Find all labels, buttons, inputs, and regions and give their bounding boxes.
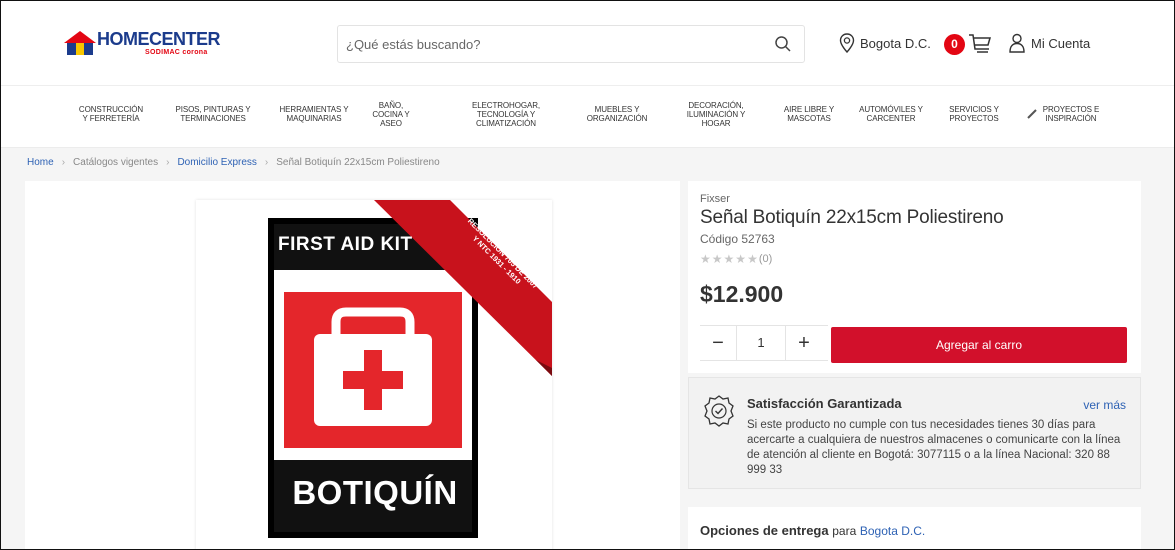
brand-subtitle: SODIMAC corona bbox=[145, 49, 208, 56]
homecenter-logo[interactable]: HOMECENTER SODIMAC corona bbox=[63, 28, 223, 64]
star-icon: ★ bbox=[747, 252, 758, 266]
location-selector[interactable]: Bogota D.C. bbox=[839, 33, 931, 53]
guarantee-text: Si este producto no cumple con tus neces… bbox=[747, 419, 1121, 476]
sign-top-text: FIRST AID KIT bbox=[278, 234, 413, 255]
rating[interactable]: ★ ★ ★ ★ ★ (0) bbox=[700, 252, 772, 266]
product-title: Señal Botiquín 22x15cm Poliestireno bbox=[700, 207, 1004, 228]
star-icon: ★ bbox=[711, 252, 723, 266]
sign-bottom-text: BOTIQUÍN bbox=[292, 474, 458, 511]
nav-muebles[interactable]: MUEBLES Y ORGANIZACIÓN bbox=[571, 94, 663, 134]
search-icon[interactable] bbox=[774, 35, 792, 53]
badge-check-icon bbox=[704, 395, 734, 427]
cart-count-badge: 0 bbox=[944, 33, 965, 55]
product-content: FIRST AID KIT BOTIQUÍN CUMPLE CON RESOLU… bbox=[1, 177, 1174, 549]
site-header: HOMECENTER SODIMAC corona Bogota D.C. 0 bbox=[1, 1, 1174, 85]
nav-servicios[interactable]: SERVICIOS Y PROYECTOS bbox=[937, 94, 1011, 134]
product-code: Código 52763 bbox=[700, 232, 775, 246]
brand-name: HOMECENTER bbox=[97, 29, 221, 49]
nav-herramientas[interactable]: HERRAMIENTAS Y MAQUINARIAS bbox=[269, 94, 359, 134]
chevron-right-icon: › bbox=[264, 157, 269, 168]
search-bar bbox=[337, 25, 805, 63]
pencil-icon bbox=[1027, 109, 1037, 119]
product-image[interactable]: FIRST AID KIT BOTIQUÍN CUMPLE CON RESOLU… bbox=[196, 200, 552, 549]
search-input[interactable] bbox=[338, 29, 758, 59]
cart-icon bbox=[969, 34, 991, 53]
nav-construccion[interactable]: CONSTRUCCIÓN Y FERRETERÍA bbox=[63, 94, 159, 134]
satisfaction-guarantee: Satisfacción Garantizada ver más Si este… bbox=[688, 377, 1141, 489]
rating-count: (0) bbox=[758, 253, 773, 265]
image-panel: FIRST AID KIT BOTIQUÍN CUMPLE CON RESOLU… bbox=[25, 181, 680, 549]
chevron-right-icon: › bbox=[61, 157, 66, 168]
user-icon bbox=[1009, 33, 1025, 53]
star-icon: ★ bbox=[723, 252, 735, 266]
increment-button[interactable]: + bbox=[786, 326, 822, 360]
house-logo-icon bbox=[64, 31, 96, 55]
category-nav: CONSTRUCCIÓN Y FERRETERÍA PISOS, PINTURAS… bbox=[1, 85, 1174, 147]
add-to-cart-button[interactable]: Agregar al carro bbox=[831, 327, 1127, 363]
decrement-button[interactable]: − bbox=[700, 326, 736, 360]
breadcrumb: Home › Catálogos vigentes › Domicilio Ex… bbox=[1, 147, 1174, 177]
ver-mas-link[interactable]: ver más bbox=[1083, 398, 1126, 412]
nav-electrohogar[interactable]: ELECTROHOGAR, TECNOLOGÍA Y CLIMATIZACIÓN bbox=[456, 94, 556, 134]
nav-aire-libre[interactable]: AIRE LIBRE Y MASCOTAS bbox=[773, 94, 845, 134]
nav-pisos-pinturas[interactable]: PISOS, PINTURAS Y TERMINACIONES bbox=[165, 94, 261, 134]
star-icon: ★ bbox=[735, 252, 747, 266]
delivery-city-link[interactable]: Bogota D.C. bbox=[860, 524, 925, 538]
account-label: Mi Cuenta bbox=[1031, 35, 1091, 51]
star-icon: ★ bbox=[700, 252, 711, 266]
nav-automoviles[interactable]: AUTOMÓVILES Y CARCENTER bbox=[851, 94, 931, 134]
quantity-value[interactable]: 1 bbox=[736, 326, 786, 360]
delivery-para-text: para bbox=[832, 524, 857, 538]
location-pin-icon bbox=[839, 33, 855, 53]
quantity-stepper: − 1 + bbox=[700, 325, 828, 361]
delivery-options: Opciones de entrega para Bogota D.C. bbox=[688, 507, 1141, 549]
guarantee-title: Satisfacción Garantizada bbox=[747, 396, 902, 411]
product-info-panel: Fixser Señal Botiquín 22x15cm Poliestire… bbox=[688, 181, 1141, 373]
page: HOMECENTER SODIMAC corona Bogota D.C. 0 bbox=[0, 0, 1175, 550]
account-button[interactable]: Mi Cuenta bbox=[1009, 33, 1090, 53]
nav-decoracion[interactable]: DECORACIÓN, ILUMINACIÓN Y HOGAR bbox=[671, 94, 761, 134]
chevron-right-icon: › bbox=[166, 157, 170, 168]
breadcrumb-catalogs[interactable]: Catálogos vigentes bbox=[73, 157, 158, 168]
breadcrumb-category[interactable]: Domicilio Express bbox=[177, 157, 256, 168]
breadcrumb-current: Señal Botiquín 22x15cm Poliestireno bbox=[276, 157, 440, 168]
nav-proyectos-inspiracion[interactable]: PROYECTOS E INSPIRACIÓN bbox=[1013, 94, 1113, 134]
product-price: $12.900 bbox=[700, 281, 784, 307]
location-label: Bogota D.C. bbox=[860, 35, 931, 51]
delivery-title-text: Opciones de entrega bbox=[700, 523, 829, 538]
cart-button[interactable]: 0 bbox=[944, 33, 992, 55]
nav-bano-cocina[interactable]: BAÑO, COCINA Y ASEO bbox=[361, 94, 421, 134]
product-brand[interactable]: Fixser bbox=[700, 193, 730, 205]
delivery-title: Opciones de entrega para Bogota D.C. bbox=[700, 523, 925, 538]
breadcrumb-home[interactable]: Home bbox=[27, 157, 54, 168]
